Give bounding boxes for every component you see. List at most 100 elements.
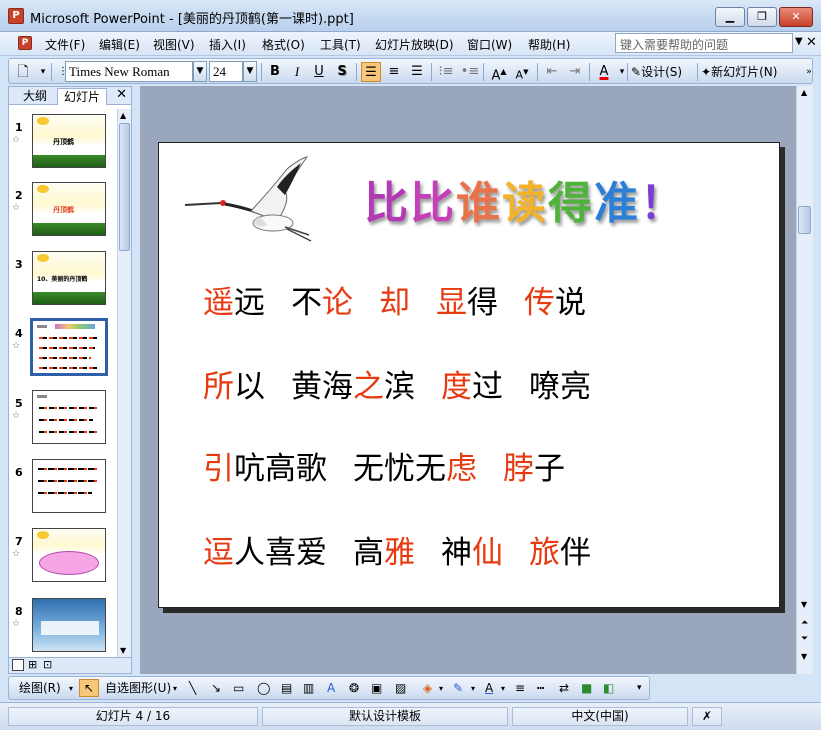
font-name-dropdown-icon[interactable]: ▼ [193,61,207,82]
tab-slides[interactable]: 幻灯片 [57,88,108,105]
tab-outline[interactable]: 大纲 [17,88,53,105]
align-center-icon[interactable]: ≡ [384,62,404,82]
slide-thumbnail[interactable]: 10、美丽的丹顶鹤 [32,251,106,305]
slide-thumbnail-selected[interactable] [30,318,108,376]
font-color-dropdown-icon[interactable]: ▾ [612,62,632,82]
slide-sorter-icon[interactable]: ⊞ [28,658,37,671]
slide-thumbnail-row[interactable]: 3 10、美丽的丹顶鹤 [9,248,117,308]
menu-file[interactable]: 文件(F) [45,36,85,53]
new-document-icon[interactable]: 🗋 [13,62,33,82]
slideshow-icon[interactable]: ⊡ [43,658,52,671]
slide-thumbnail-row[interactable]: 6 [9,456,117,516]
autoshapes-dropdown-icon[interactable]: ▾ [173,680,177,697]
menu-edit[interactable]: 编辑(E) [99,36,140,53]
toolbar-options-icon[interactable]: » [799,62,819,82]
menu-format[interactable]: 格式(O) [262,36,305,53]
menu-tools[interactable]: 工具(T) [320,36,361,53]
scroll-up-icon[interactable]: ▲ [801,88,807,97]
oval-tool-icon[interactable]: ◯ [257,680,270,697]
shadow-style-icon[interactable]: ■ [581,680,592,697]
font-size-field[interactable]: 24 [209,61,243,82]
normal-view-icon[interactable] [12,659,24,671]
menu-help[interactable]: 帮助(H) [528,36,570,53]
restore-button[interactable]: ❐ [747,7,777,27]
design-button[interactable]: ✎设计(S) [631,62,682,82]
bold-button[interactable]: B [265,62,285,82]
font-name-field[interactable]: Times New Roman [65,61,193,82]
document-close-icon[interactable]: ✕ [806,35,817,50]
autoshapes-button[interactable]: 自选图形(U) [105,680,171,697]
next-slide-icon[interactable]: ⏷ [801,634,808,644]
shadow-button[interactable]: S [332,62,352,82]
font-size-dropdown-icon[interactable]: ▼ [243,61,257,82]
minimize-button[interactable]: ▁ [715,7,745,27]
increase-font-icon[interactable]: A▲ [489,62,509,83]
slide-thumbnail[interactable] [32,528,106,582]
slide-thumbnail[interactable]: 丹顶鹤 [32,114,106,168]
slide-thumbnail[interactable] [32,459,106,513]
underline-button[interactable]: U [309,62,329,82]
scroll-down-icon[interactable]: ▼ [120,646,126,655]
slide-thumbnail-row[interactable]: 7 ☆ [9,525,117,585]
menu-window[interactable]: 窗口(W) [467,36,512,53]
decrease-indent-icon[interactable]: ⇤ [542,62,562,82]
arrow-tool-icon[interactable]: ↘ [211,680,221,697]
align-right-icon[interactable]: ☰ [407,62,427,82]
font-color-draw-icon[interactable]: A [485,680,493,697]
thumbnails-scrollbar[interactable]: ▲ ▼ [117,109,131,657]
line-color-dropdown-icon[interactable]: ▾ [471,680,475,697]
draw-dropdown-icon[interactable]: ▾ [69,680,73,697]
insert-picture-icon[interactable]: ▨ [395,680,406,697]
drawbar-options-icon[interactable]: ▾ [637,680,642,697]
spelling-status-icon[interactable]: ✗ [692,707,722,726]
slide-thumbnail[interactable] [32,390,106,444]
scroll-down-icon[interactable]: ▼ [801,600,807,609]
menu-slideshow[interactable]: 幻灯片放映(D) [375,36,454,53]
clipart-icon[interactable]: ▣ [371,680,382,697]
scroll-end-icon[interactable]: ▼ [801,652,807,661]
increase-indent-icon[interactable]: ⇥ [565,62,585,82]
close-button[interactable]: ✕ [779,7,813,27]
italic-button[interactable]: I [287,62,307,82]
menu-view[interactable]: 视图(V) [153,36,195,53]
line-tool-icon[interactable]: ╲ [189,680,196,697]
vertical-textbox-icon[interactable]: ▥ [303,680,314,697]
diagram-icon[interactable]: ❂ [349,680,359,697]
help-search-input[interactable]: 键入需要帮助的问题 [615,33,793,53]
slide-canvas[interactable]: 比比谁读得准！ 遥远 不论却显得 传说 所以 黄海之滨 度过 嘹亮 引吭高歌 无忧无虑 脖子 … [158,142,780,608]
fill-color-icon[interactable]: ◈ [423,680,432,697]
arrow-style-icon[interactable]: ⇄ [559,680,569,697]
wordart-icon[interactable]: A [327,680,335,697]
line-color-icon[interactable]: ✎ [453,680,463,697]
bulleted-list-icon[interactable]: •≡ [460,62,480,82]
numbered-list-icon[interactable]: ⁝≡ [436,62,456,82]
menu-insert[interactable]: 插入(I) [209,36,246,53]
previous-slide-icon[interactable]: ⏶ [801,618,808,628]
draw-menu-button[interactable]: 绘图(R) [19,680,61,697]
line-style-icon[interactable]: ≡ [515,680,525,697]
new-slide-button[interactable]: ✦新幻灯片(N) [701,62,777,82]
rectangle-tool-icon[interactable]: ▭ [233,680,244,697]
powerpoint-app-icon[interactable]: P [8,8,24,24]
3d-style-icon[interactable]: ◧ [603,680,614,697]
pane-close-icon[interactable]: ✕ [116,87,127,102]
slide-thumbnail-row[interactable]: 1 ☆ 丹顶鹤 [9,111,117,171]
slide-thumbnail-row[interactable]: 5 ☆ [9,387,117,447]
font-color-icon[interactable]: A [594,62,614,82]
main-scrollbar[interactable]: ▲ ▼ ⏶ ⏷ ▼ [796,86,813,674]
slide-thumbnail-row[interactable]: 2 ☆ 丹顶鹤 [9,179,117,239]
slide-thumbnail-row-selected[interactable]: 4 ☆ [9,317,117,377]
font-color-draw-dropdown-icon[interactable]: ▾ [501,680,505,697]
help-dropdown-icon[interactable]: ▼ [795,36,803,47]
decrease-font-icon[interactable]: A▼ [512,62,532,82]
select-objects-icon[interactable]: ↖ [79,679,99,697]
slide-thumbnail[interactable]: 丹顶鹤 [32,182,106,236]
scroll-up-icon[interactable]: ▲ [120,111,126,120]
document-icon[interactable]: P [18,36,32,50]
textbox-tool-icon[interactable]: ▤ [281,680,292,697]
new-dropdown-icon[interactable]: ▾ [33,62,53,82]
slide-thumbnail[interactable] [32,598,106,652]
scroll-thumb[interactable] [119,123,130,251]
scroll-thumb[interactable] [798,206,811,234]
fill-color-dropdown-icon[interactable]: ▾ [439,680,443,697]
